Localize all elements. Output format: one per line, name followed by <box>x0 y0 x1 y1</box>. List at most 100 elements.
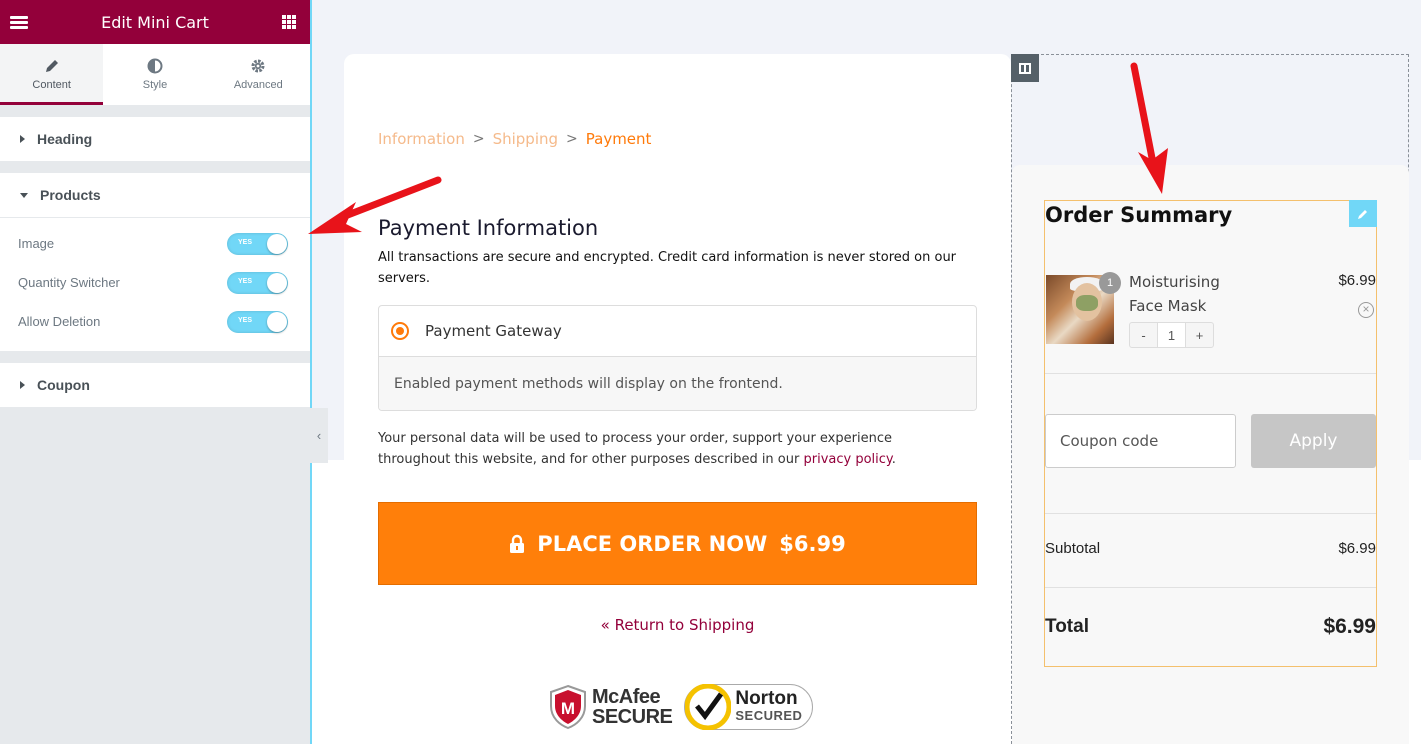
section-heading: Heading <box>0 117 310 161</box>
control-image-label: Image <box>18 236 55 251</box>
norton-name: Norton <box>735 688 798 709</box>
toggle-knob <box>267 272 287 293</box>
subtotal-label: Subtotal <box>1045 540 1101 557</box>
payment-title: Payment Information <box>378 216 599 240</box>
caret-right-icon <box>20 381 25 389</box>
control-image: Image YES <box>0 224 310 263</box>
tab-content-label: Content <box>32 79 71 91</box>
tab-advanced[interactable]: Advanced <box>207 44 310 105</box>
panel-header: Edit Mini Cart <box>0 0 310 44</box>
section-coupon-label: Coupon <box>37 377 90 393</box>
pencil-icon <box>1358 209 1367 219</box>
toggle-text: YES <box>238 238 253 246</box>
divider <box>1045 587 1376 588</box>
chevron-right-icon: > <box>566 131 578 147</box>
increase-quantity-button[interactable]: + <box>1186 323 1213 347</box>
section-heading-label: Heading <box>37 131 93 147</box>
decrease-quantity-button[interactable]: - <box>1130 323 1157 347</box>
edit-widget-button[interactable] <box>1349 200 1377 227</box>
breadcrumb-information[interactable]: Information <box>378 130 465 148</box>
column-handle[interactable] <box>1011 54 1039 82</box>
payment-gateway-box: Payment Gateway Enabled payment methods … <box>378 305 977 411</box>
lock-icon <box>510 534 525 553</box>
breadcrumb: Information > Shipping > Payment <box>378 130 651 148</box>
mcafee-secure-badge: M McAfee SECURE <box>548 684 673 730</box>
tab-advanced-label: Advanced <box>233 79 283 91</box>
product-price: $6.99 <box>1338 272 1376 289</box>
divider <box>1045 513 1376 514</box>
control-quantity-switcher: Quantity Switcher YES <box>0 263 310 302</box>
norton-check-icon <box>685 684 732 730</box>
norton-secured-badge: Norton SECURED <box>684 684 814 730</box>
trust-badges: M McAfee SECURE Norton SECURED <box>548 684 814 730</box>
mcafee-secure: SECURE <box>592 706 673 728</box>
widgets-grid-icon[interactable] <box>281 15 296 29</box>
panel-tabs: Content Style Advanced <box>0 44 310 105</box>
toggle-text: YES <box>238 277 253 285</box>
checkout-card: Information > Shipping > Payment Payment… <box>344 54 1011 744</box>
order-summary-title: Order Summary <box>1045 203 1233 227</box>
remove-item-icon[interactable]: × <box>1358 302 1374 318</box>
place-order-amount: $6.99 <box>779 531 846 556</box>
gear-icon <box>251 59 265 73</box>
caret-down-icon <box>20 192 28 198</box>
cart-item: 1 Moisturising Face Mask $6.99 × - 1 + <box>1045 272 1376 367</box>
control-allow-deletion: Allow Deletion YES <box>0 302 310 341</box>
payment-gateway-note: Enabled payment methods will display on … <box>379 357 976 410</box>
chevron-left-icon: ‹ <box>316 428 322 443</box>
pencil-icon <box>45 60 58 72</box>
place-order-button[interactable]: PLACE ORDER NOW $6.99 <box>378 502 977 585</box>
menu-icon[interactable] <box>10 15 28 29</box>
breadcrumb-payment: Payment <box>585 130 652 148</box>
product-name: Moisturising Face Mask <box>1129 273 1220 315</box>
section-coupon-toggle[interactable]: Coupon <box>0 363 310 407</box>
quantity-stepper: - 1 + <box>1129 322 1214 348</box>
privacy-end: . <box>891 452 896 467</box>
subtotal-value: $6.99 <box>1338 540 1376 557</box>
payment-gateway-label: Payment Gateway <box>425 322 562 340</box>
total-row: Total $6.99 <box>1045 615 1376 639</box>
section-products-toggle[interactable]: Products <box>0 173 310 217</box>
section-coupon: Coupon <box>0 363 310 407</box>
svg-text:M: M <box>561 699 575 718</box>
section-products: Products Image YES Quantity Switcher YES… <box>0 173 310 351</box>
quantity-switcher-toggle[interactable]: YES <box>227 271 288 294</box>
quantity-value[interactable]: 1 <box>1157 323 1186 347</box>
control-deletion-label: Allow Deletion <box>18 314 101 329</box>
quantity-badge: 1 <box>1099 272 1121 294</box>
allow-deletion-toggle[interactable]: YES <box>227 310 288 333</box>
toggle-knob <box>267 311 287 332</box>
payment-description: All transactions are secure and encrypte… <box>378 250 957 286</box>
privacy-notice: Your personal data will be used to proce… <box>378 428 938 470</box>
products-controls: Image YES Quantity Switcher YES Allow De… <box>0 217 310 351</box>
panel-title: Edit Mini Cart <box>101 12 209 32</box>
control-quantity-label: Quantity Switcher <box>18 275 120 290</box>
coupon-code-input[interactable] <box>1045 414 1236 468</box>
total-label: Total <box>1045 616 1089 637</box>
divider <box>1045 373 1376 374</box>
total-value: $6.99 <box>1323 615 1376 638</box>
payment-gateway-option[interactable]: Payment Gateway <box>379 306 976 357</box>
caret-right-icon <box>20 135 25 143</box>
editor-panel: Edit Mini Cart Content Style Advanced He… <box>0 0 310 744</box>
breadcrumb-shipping[interactable]: Shipping <box>493 130 558 148</box>
privacy-policy-link[interactable]: privacy policy <box>803 452 891 467</box>
place-order-label: PLACE ORDER NOW <box>537 531 768 556</box>
tab-style-label: Style <box>142 79 168 91</box>
column-icon <box>1019 62 1031 74</box>
apply-coupon-button[interactable]: Apply <box>1251 414 1376 468</box>
half-circle-icon <box>147 58 163 74</box>
chevron-right-icon: > <box>472 131 485 147</box>
norton-secured: SECURED <box>735 708 803 723</box>
section-heading-toggle[interactable]: Heading <box>0 117 310 161</box>
image-toggle[interactable]: YES <box>227 232 288 255</box>
collapse-panel-handle[interactable]: ‹ <box>310 408 328 463</box>
tab-style[interactable]: Style <box>103 44 206 105</box>
toggle-knob <box>267 233 287 254</box>
tab-content[interactable]: Content <box>0 44 104 105</box>
radio-selected-icon[interactable] <box>391 322 409 340</box>
return-to-shipping-link[interactable]: « Return to Shipping <box>344 616 1011 634</box>
section-products-label: Products <box>40 187 101 203</box>
subtotal-row: Subtotal $6.99 <box>1045 540 1376 557</box>
mcafee-shield-icon: M <box>550 684 586 730</box>
